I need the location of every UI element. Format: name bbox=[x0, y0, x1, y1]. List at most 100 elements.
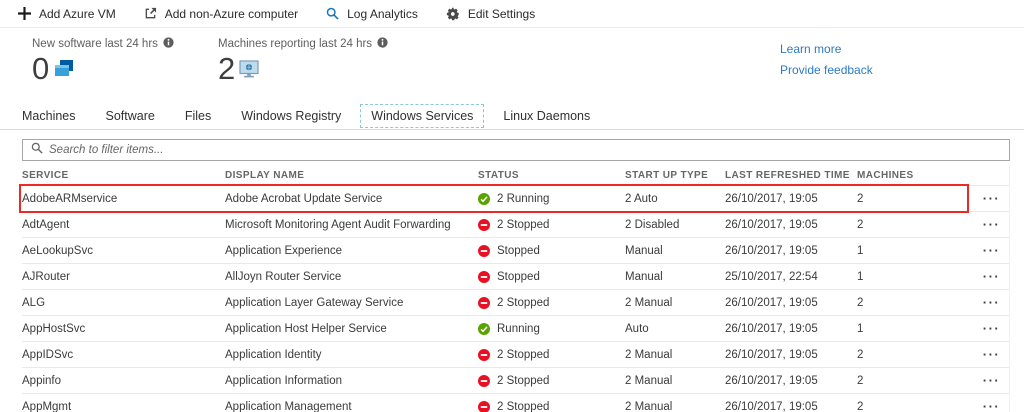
display-name-cell: Application Management bbox=[225, 400, 352, 412]
toolbar-button-label: Edit Settings bbox=[467, 6, 536, 21]
status-cell: 2 Stopped bbox=[478, 296, 625, 309]
table-row[interactable]: AeLookupSvc Application Experience Stopp… bbox=[22, 238, 1009, 264]
status-cell: 2 Stopped bbox=[478, 374, 625, 387]
more-options-icon[interactable]: ··· bbox=[975, 321, 1008, 336]
table-row[interactable]: ALG Application Layer Gateway Service 2 … bbox=[22, 290, 1009, 316]
toolbar-button-edit-settings[interactable]: Edit Settings bbox=[446, 7, 535, 21]
status-cell: 2 Stopped bbox=[478, 348, 625, 361]
stopped-icon bbox=[478, 348, 490, 361]
link-learn-more[interactable]: Learn more bbox=[780, 42, 873, 56]
tab-files[interactable]: Files bbox=[175, 105, 221, 127]
service-cell: AJRouter bbox=[22, 270, 70, 283]
tab-windows-services[interactable]: Windows Services bbox=[360, 104, 485, 128]
last-refreshed-cell: 26/10/2017, 19:05 bbox=[725, 374, 818, 387]
more-options-icon[interactable]: ··· bbox=[975, 269, 1008, 284]
overview-section: New software last 24 hrs 0 Machines repor… bbox=[0, 28, 1024, 103]
table-row[interactable]: Appinfo Application Information 2 Stoppe… bbox=[22, 368, 1009, 394]
stopped-icon bbox=[478, 270, 490, 283]
more-options-icon[interactable]: ··· bbox=[975, 191, 1008, 206]
machines-count-cell: 1 bbox=[857, 270, 864, 283]
last-refreshed-cell: 25/10/2017, 22:54 bbox=[725, 270, 818, 283]
service-cell: AppIDSvc bbox=[22, 348, 74, 361]
service-cell: ALG bbox=[22, 296, 46, 309]
display-name-cell: Application Experience bbox=[225, 244, 342, 257]
last-refreshed-cell: 26/10/2017, 19:05 bbox=[725, 322, 818, 335]
table-row[interactable]: AJRouter AllJoyn Router Service Stopped … bbox=[22, 264, 1009, 290]
service-cell: AppHostSvc bbox=[22, 322, 86, 335]
startup-type-cell: Auto bbox=[625, 322, 649, 335]
status-label: 2 Stopped bbox=[497, 296, 550, 309]
last-refreshed-cell: 26/10/2017, 19:05 bbox=[725, 296, 818, 309]
status-label: Running bbox=[497, 322, 540, 335]
display-name-cell: Application Identity bbox=[225, 348, 322, 361]
status-cell: Stopped bbox=[478, 244, 625, 257]
status-cell: 2 Stopped bbox=[478, 401, 625, 412]
table-row[interactable]: AdobeARMservice Adobe Acrobat Update Ser… bbox=[19, 184, 1009, 213]
more-options-icon[interactable]: ··· bbox=[975, 373, 1008, 388]
search-box bbox=[22, 139, 1010, 161]
tab-software[interactable]: Software bbox=[96, 105, 165, 127]
table-row[interactable]: AppMgmt Application Management 2 Stopped… bbox=[22, 394, 1009, 412]
status-label: 2 Stopped bbox=[497, 400, 550, 412]
table-row[interactable]: AppIDSvc Application Identity 2 Stopped … bbox=[22, 342, 1009, 368]
service-cell: AeLookupSvc bbox=[22, 244, 93, 257]
search-icon bbox=[326, 7, 339, 20]
toolbar-button-label: Add Azure VM bbox=[39, 6, 116, 21]
column-header-last-refreshed-time: LAST REFRESHED TIME bbox=[725, 170, 850, 181]
link-provide-feedback[interactable]: Provide feedback bbox=[780, 63, 873, 77]
search-input[interactable] bbox=[49, 144, 1009, 156]
service-cell: Appinfo bbox=[22, 374, 62, 387]
table-body: AdobeARMservice Adobe Acrobat Update Ser… bbox=[19, 184, 1009, 412]
machines-icon bbox=[239, 60, 261, 84]
display-name-cell: Application Information bbox=[225, 374, 342, 387]
status-cell: 2 Running bbox=[478, 192, 625, 205]
startup-type-cell: Manual bbox=[625, 244, 663, 257]
machines-count-cell: 2 bbox=[857, 192, 864, 205]
startup-type-cell: 2 Manual bbox=[625, 296, 673, 309]
startup-type-cell: 2 Disabled bbox=[625, 218, 680, 231]
more-options-icon[interactable]: ··· bbox=[975, 347, 1008, 362]
stat-label: Machines reporting last 24 hrs bbox=[218, 38, 373, 50]
column-header-start-up-type: START UP TYPE bbox=[625, 170, 709, 181]
machines-count-cell: 1 bbox=[857, 244, 864, 257]
service-cell: AdobeARMservice bbox=[22, 192, 118, 205]
column-header-display-name: DISPLAY NAME bbox=[225, 170, 305, 181]
last-refreshed-cell: 26/10/2017, 19:05 bbox=[725, 400, 818, 412]
table-row[interactable]: AppHostSvc Application Host Helper Servi… bbox=[22, 316, 1009, 342]
search-icon bbox=[31, 141, 43, 159]
info-icon[interactable] bbox=[163, 37, 174, 51]
startup-type-cell: 2 Manual bbox=[625, 400, 673, 412]
more-options-icon[interactable]: ··· bbox=[975, 399, 1008, 412]
display-name-cell: Microsoft Monitoring Agent Audit Forward… bbox=[225, 218, 451, 231]
stat-value: 0 bbox=[32, 51, 50, 86]
last-refreshed-cell: 26/10/2017, 19:05 bbox=[725, 218, 818, 231]
table-row[interactable]: AdtAgent Microsoft Monitoring Agent Audi… bbox=[22, 212, 1009, 238]
last-refreshed-cell: 26/10/2017, 19:05 bbox=[725, 348, 818, 361]
column-header-service: SERVICE bbox=[22, 170, 69, 181]
more-options-icon[interactable]: ··· bbox=[975, 243, 1008, 258]
more-options-icon[interactable]: ··· bbox=[975, 295, 1008, 310]
tab-machines[interactable]: Machines bbox=[12, 105, 86, 127]
toolbar-button-add-azure-vm[interactable]: Add Azure VM bbox=[18, 7, 116, 21]
machines-count-cell: 2 bbox=[857, 400, 864, 412]
status-label: 2 Stopped bbox=[497, 348, 550, 361]
more-options-icon[interactable]: ··· bbox=[975, 217, 1008, 232]
machines-count-cell: 2 bbox=[857, 374, 864, 387]
plus-icon bbox=[18, 7, 31, 20]
machines-count-cell: 2 bbox=[857, 296, 864, 309]
tab-linux-daemons[interactable]: Linux Daemons bbox=[493, 105, 600, 127]
status-label: 2 Stopped bbox=[497, 374, 550, 387]
status-label: 2 Stopped bbox=[497, 218, 550, 231]
column-header-status: STATUS bbox=[478, 170, 519, 181]
tab-windows-registry[interactable]: Windows Registry bbox=[231, 105, 351, 127]
status-label: Stopped bbox=[497, 244, 540, 257]
status-cell: Running bbox=[478, 322, 625, 335]
info-icon[interactable] bbox=[377, 37, 388, 51]
startup-type-cell: 2 Manual bbox=[625, 348, 673, 361]
service-cell: AppMgmt bbox=[22, 400, 72, 412]
stopped-icon bbox=[478, 400, 490, 412]
stat-label: New software last 24 hrs bbox=[32, 38, 158, 50]
toolbar-button-add-non-azure-computer[interactable]: Add non-Azure computer bbox=[144, 7, 298, 21]
table-header: SERVICE DISPLAY NAME STATUS START UP TYPE LA… bbox=[22, 166, 1009, 186]
toolbar-button-log-analytics[interactable]: Log Analytics bbox=[326, 7, 418, 21]
